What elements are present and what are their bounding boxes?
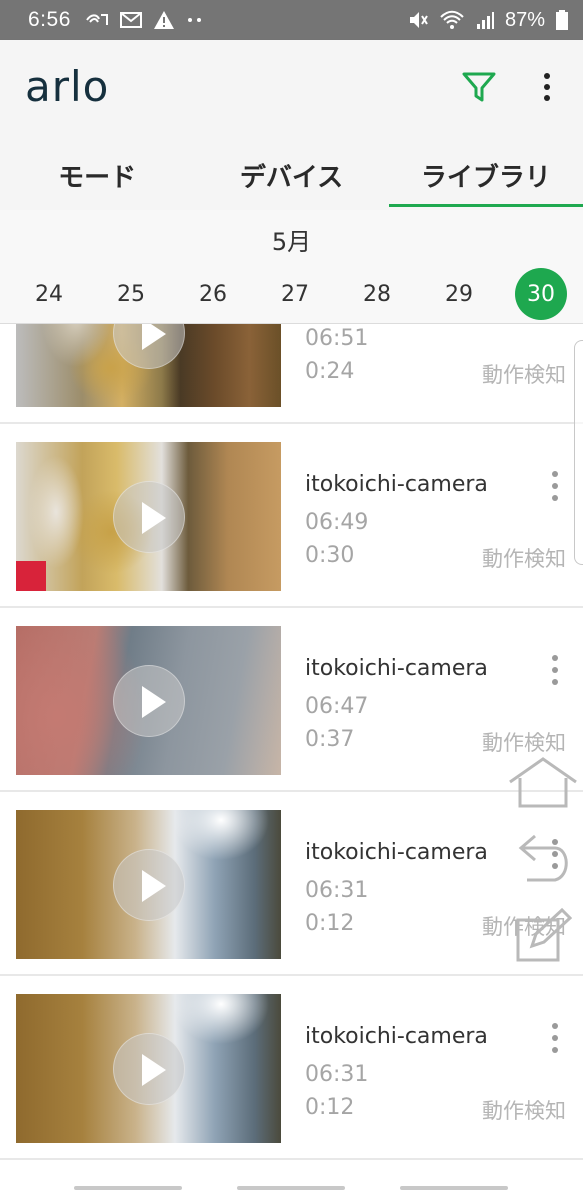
- video-thumbnail[interactable]: [16, 994, 281, 1143]
- nav-handle-home[interactable]: [237, 1186, 345, 1190]
- recording-duration: 0:30: [305, 543, 355, 568]
- more-vert-icon[interactable]: [548, 1023, 562, 1053]
- nav-handle-recent[interactable]: [74, 1186, 182, 1190]
- list-item[interactable]: 06:51 0:24 動作検知: [0, 324, 583, 424]
- warning-icon: [153, 10, 175, 30]
- system-nav-bar: [0, 1176, 583, 1200]
- day-24[interactable]: 24: [23, 268, 75, 320]
- recording-duration: 0:24: [305, 359, 355, 384]
- back-icon[interactable]: [515, 832, 575, 894]
- video-thumbnail[interactable]: [16, 626, 281, 775]
- play-icon[interactable]: [112, 664, 185, 737]
- wifi-icon: [439, 10, 465, 30]
- video-thumbnail[interactable]: [16, 324, 281, 407]
- tab-bar: モード デバイス ライブラリ: [0, 140, 583, 210]
- cast-icon: [85, 11, 109, 29]
- tab-mode[interactable]: モード: [0, 140, 194, 210]
- recording-time: 06:47: [305, 694, 369, 719]
- tab-library[interactable]: ライブラリ: [388, 140, 583, 210]
- recording-trigger: 動作検知: [482, 1099, 566, 1123]
- list-item[interactable]: itokoichi-camera 06:49 0:30 動作検知: [0, 424, 583, 608]
- recording-duration: 0:12: [305, 911, 355, 936]
- nav-handle-back[interactable]: [400, 1186, 508, 1190]
- day-29[interactable]: 29: [433, 268, 485, 320]
- filter-icon: [462, 72, 496, 102]
- day-30-selected[interactable]: 30: [515, 268, 567, 320]
- status-time: 6:56: [28, 8, 71, 31]
- camera-name: itokoichi-camera: [305, 1024, 488, 1049]
- video-thumbnail[interactable]: [16, 810, 281, 959]
- list-item[interactable]: itokoichi-camera 06:31 0:12 動作検知: [0, 792, 583, 976]
- battery-percent: 87%: [504, 8, 545, 31]
- recording-time: 06:49: [305, 510, 369, 535]
- list-item[interactable]: itokoichi-camera 06:47 0:37 動作検知: [0, 608, 583, 792]
- recording-list[interactable]: 06:51 0:24 動作検知 itokoichi-camera 06:49 0…: [0, 324, 583, 1176]
- list-item[interactable]: itokoichi-camera 06:31 0:12 動作検知: [0, 976, 583, 1160]
- app-header: arlo モード デバイス ライブラリ: [0, 40, 583, 210]
- day-26[interactable]: 26: [187, 268, 239, 320]
- camera-name: itokoichi-camera: [305, 840, 488, 865]
- recording-duration: 0:37: [305, 727, 355, 752]
- recording-duration: 0:12: [305, 1095, 355, 1120]
- signal-icon: [475, 10, 495, 30]
- play-icon[interactable]: [112, 480, 185, 553]
- edit-icon[interactable]: [514, 906, 573, 968]
- edge-panel-handle[interactable]: [574, 340, 583, 565]
- mute-icon: [407, 9, 429, 31]
- recording-time: 06:31: [305, 1062, 369, 1087]
- recording-trigger: 動作検知: [482, 363, 566, 387]
- date-strip: 5月 24 25 26 27 28 29 30: [0, 210, 583, 324]
- status-bar: 6:56 87%: [0, 0, 583, 40]
- mail-icon: [119, 10, 143, 30]
- day-28[interactable]: 28: [351, 268, 403, 320]
- video-thumbnail[interactable]: [16, 442, 281, 591]
- play-icon[interactable]: [112, 848, 185, 921]
- play-icon[interactable]: [112, 324, 185, 369]
- recording-trigger: 動作検知: [482, 547, 566, 571]
- recording-time: 06:51: [305, 326, 369, 351]
- arlo-logo: arlo: [25, 62, 110, 111]
- recording-time: 06:31: [305, 878, 369, 903]
- day-27[interactable]: 27: [269, 268, 321, 320]
- filter-button[interactable]: [460, 68, 498, 106]
- play-icon[interactable]: [112, 1032, 185, 1105]
- battery-icon: [555, 9, 569, 31]
- day-25[interactable]: 25: [105, 268, 157, 320]
- more-vert-icon[interactable]: [535, 68, 559, 106]
- more-vert-icon[interactable]: [548, 471, 562, 501]
- more-vert-icon[interactable]: [548, 655, 562, 685]
- recording-trigger: 動作検知: [482, 731, 566, 755]
- home-icon[interactable]: [506, 756, 580, 814]
- camera-name: itokoichi-camera: [305, 472, 488, 497]
- more-dots-icon: [185, 16, 205, 24]
- camera-name: itokoichi-camera: [305, 656, 488, 681]
- tab-devices[interactable]: デバイス: [194, 140, 388, 210]
- month-label: 5月: [271, 228, 312, 256]
